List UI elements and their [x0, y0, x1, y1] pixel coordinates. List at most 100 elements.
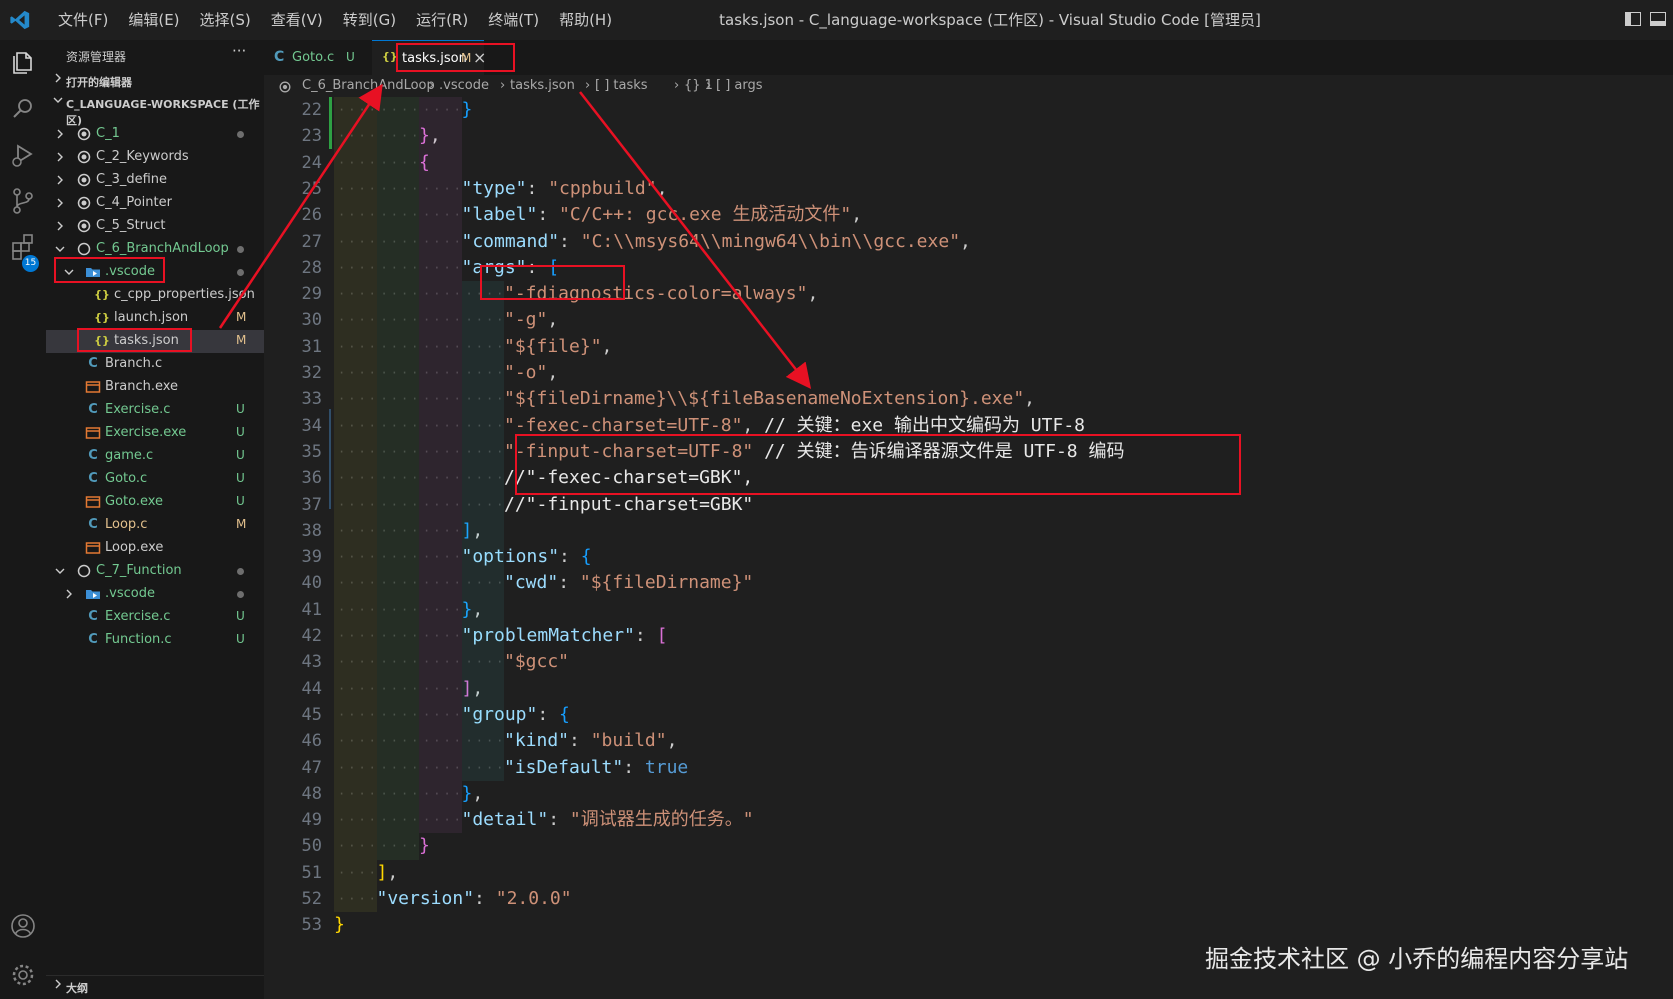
code-token: "2.0.0"	[495, 888, 572, 909]
source-control-icon[interactable]	[6, 184, 40, 218]
code-token: ,	[666, 730, 678, 752]
highlight-tab-tasks-json	[396, 43, 515, 72]
tree-item-label: c_cpp_properties.json	[114, 287, 255, 302]
tree-item-goto-exe[interactable]: Goto.exe U	[46, 491, 264, 514]
tree-item-label: Function.c	[105, 632, 172, 647]
tree-item-label: C_3_define	[96, 172, 168, 187]
tree-item-function-c[interactable]: C Function.c U	[46, 629, 264, 652]
tree-item-label: Exercise.exe	[105, 425, 187, 440]
line-number: 46	[301, 731, 322, 752]
tree-item-exercise-c[interactable]: C Exercise.c U	[46, 606, 264, 629]
line-number: 22	[301, 100, 322, 120]
indent-guide-band	[376, 97, 419, 860]
tree-item-label: C_4_Pointer	[96, 195, 172, 210]
explorer-sidebar: 资源管理器 ··· 打开的编辑器 C_LANGUAGE-WORKSPACE (工…	[46, 40, 264, 999]
account-icon[interactable]	[6, 909, 40, 943]
code-line: 28 "args": [···· ···· ····	[264, 255, 1673, 281]
toggle-panel-layout-icon[interactable]	[1650, 12, 1666, 26]
line-text: "type": "cppbuild",	[462, 176, 668, 202]
menu-item-4[interactable]: 转到(G)	[333, 0, 406, 40]
breadcrumb-item-0[interactable]: C_6_BranchAndLoop	[302, 78, 435, 93]
line-number: 41	[301, 599, 322, 620]
breadcrumb: C_6_BranchAndLoop › .vscode › tasks.json ›[ ]…	[264, 75, 1673, 97]
tree-item-goto-c[interactable]: C Goto.c U	[46, 468, 264, 491]
tree-item-game-c[interactable]: Cgame.c U	[46, 445, 264, 468]
git-status-badge: U	[236, 402, 245, 416]
file-tree: C_1 C_2_Keywords C_3_define C_4_Pointer C_5_…	[46, 123, 264, 652]
search-icon[interactable]	[6, 92, 40, 126]
indent-guide-band	[334, 97, 377, 913]
tab-label: Goto.c	[292, 50, 335, 65]
tree-item-c-2-keywords[interactable]: C_2_Keywords	[46, 146, 264, 169]
tree-item-launch-json[interactable]: {} launch.json M	[46, 307, 264, 330]
breadcrumb-item-2[interactable]: tasks.json	[510, 78, 575, 93]
breadcrumb-item-3[interactable]: [ ] tasks	[595, 78, 648, 93]
exe-file-icon	[85, 494, 101, 510]
tree-item-loop-c[interactable]: C Loop.c M	[46, 514, 264, 537]
menu-item-7[interactable]: 帮助(H)	[549, 0, 622, 40]
breadcrumb-item-1[interactable]: .vscode	[439, 78, 489, 93]
git-status-dot	[237, 568, 244, 575]
chevron-right-icon	[57, 198, 63, 208]
tree-item-exercise-exe[interactable]: Exercise.exe U	[46, 422, 264, 445]
highlight-args-key	[480, 265, 625, 300]
chevron-right-icon	[57, 175, 63, 185]
line-text: "version": "2.0.0"	[377, 886, 572, 912]
more-actions-icon[interactable]: ···	[232, 42, 246, 60]
menu-item-6[interactable]: 终端(T)	[478, 0, 549, 40]
line-number: 42	[301, 626, 322, 646]
code-line: 48}, ···· ···· ····	[264, 781, 1673, 807]
run-debug-icon[interactable]	[6, 138, 40, 172]
tree-item-c-4-pointer[interactable]: C_4_Pointer	[46, 192, 264, 215]
open-editors-section[interactable]: 打开的编辑器	[46, 70, 264, 92]
tree-item-loop-exe[interactable]: Loop.exe	[46, 537, 264, 560]
chevron-right-icon	[57, 129, 63, 139]
code-token: // 关键：exe 输出中文编码为 UTF-8	[764, 414, 1085, 436]
tree-item-branch-exe[interactable]: Branch.exe	[46, 376, 264, 399]
code-token: ,	[387, 861, 399, 883]
code-token: :	[623, 756, 645, 778]
workspace-section[interactable]: C_LANGUAGE-WORKSPACE (工作区)	[46, 92, 264, 127]
line-text: "-o",	[504, 360, 558, 386]
menu-item-1[interactable]: 编辑(E)	[118, 0, 189, 40]
outline-section[interactable]: 大纲	[46, 975, 264, 998]
tree-item-c-1[interactable]: C_1	[46, 123, 264, 146]
line-number: 25	[301, 178, 322, 199]
breadcrumb-item-5[interactable]: [ ] args	[716, 78, 763, 93]
c-file-icon: C	[88, 448, 98, 463]
menu-item-0[interactable]: 文件(F)	[48, 0, 118, 40]
chevron-right-icon	[57, 221, 63, 231]
code-line: 49 "detail": "调试器生成的任务。" ···· ···· ····	[264, 807, 1673, 833]
highlight-tasks-json-file	[77, 328, 192, 352]
outline-label: 大纲	[66, 982, 88, 995]
tree-item-label: Goto.exe	[105, 494, 164, 509]
tree-item-c-cpp-properties-json[interactable]: {} c_cpp_properties.json	[46, 284, 264, 307]
tree-item-exercise-c[interactable]: C Exercise.c U	[46, 399, 264, 422]
c-file-icon: C	[88, 356, 98, 371]
settings-gear-icon[interactable]	[6, 958, 40, 992]
workspace-root-icon	[76, 126, 92, 142]
extensions-icon[interactable]	[6, 230, 40, 264]
open-editors-label: 打开的编辑器	[66, 76, 132, 89]
tree-item-vscode[interactable]: .vscode	[46, 583, 264, 606]
tree-item-c-7-function[interactable]: C_7_Function	[46, 560, 264, 583]
code-line: 22} ···· ···· ····	[264, 97, 1673, 123]
menu-item-2[interactable]: 选择(S)	[190, 0, 261, 40]
code-token: "${fileDirname}"	[579, 572, 754, 594]
tree-item-label: .vscode	[105, 586, 155, 601]
toggle-sidebar-layout-icon[interactable]	[1625, 12, 1641, 26]
tree-item-branch-c[interactable]: C Branch.c	[46, 353, 264, 376]
code-token: "调试器生成的任务。"	[569, 809, 754, 831]
tab-goto-c[interactable]: C Goto.c U	[264, 40, 372, 75]
code-token: ,	[472, 782, 484, 804]
line-text: "command": "C:\\msys64\\mingw64\\bin\\gc…	[462, 229, 971, 255]
tree-item-c-3-define[interactable]: C_3_define	[46, 169, 264, 192]
menu-item-3[interactable]: 查看(V)	[261, 0, 333, 40]
tree-item-c-5-struct[interactable]: C_5_Struct	[46, 215, 264, 238]
menu-item-5[interactable]: 运行(R)	[406, 0, 478, 40]
code-token: //"-finput-charset=GBK"	[504, 493, 754, 515]
tree-item-label: Goto.c	[105, 471, 148, 486]
code-token: "kind"	[504, 730, 570, 752]
code-line: 26 "label": "C/C++: gcc.exe 生成活动文件", ···· ·…	[264, 202, 1673, 228]
explorer-icon[interactable]	[6, 46, 40, 80]
